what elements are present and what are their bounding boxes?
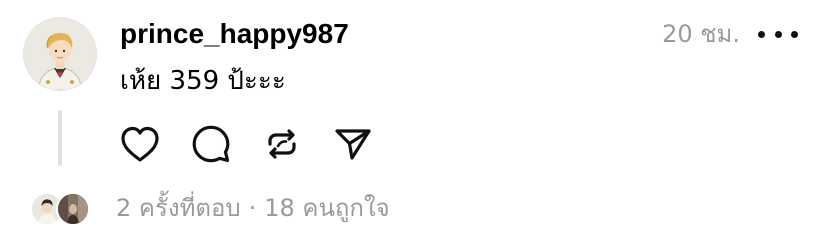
repost-icon <box>268 129 296 159</box>
replies-count-link[interactable]: 2 ครั้งที่ตอบ <box>116 192 241 224</box>
more-dot <box>774 30 782 38</box>
replier-avatar[interactable] <box>56 192 90 226</box>
action-bar <box>116 120 400 168</box>
send-icon <box>335 129 371 160</box>
engagement-summary: 2 ครั้งที่ตอบ · 18 คนถูกใจ <box>116 192 390 224</box>
likes-count-link[interactable]: 18 คนถูกใจ <box>264 192 389 224</box>
share-button[interactable] <box>329 120 377 168</box>
like-button[interactable] <box>116 120 164 168</box>
repost-button[interactable] <box>258 120 306 168</box>
heart-icon <box>121 126 159 162</box>
more-dot <box>791 30 798 38</box>
replier-avatars <box>30 188 92 228</box>
more-dots-icon <box>758 30 765 38</box>
avatar-illustration <box>24 18 96 90</box>
separator: · <box>248 194 257 222</box>
username[interactable]: prince_happy987 <box>120 16 349 52</box>
thread-line <box>58 110 62 166</box>
post-text: เห้ย 359 ป้ะะะ <box>120 66 286 96</box>
post-footer: 2 ครั้งที่ตอบ · 18 คนถูกใจ <box>30 186 390 230</box>
comment-bubble-icon <box>192 125 230 163</box>
post-timestamp: 20 ชม. <box>662 20 740 48</box>
avatar[interactable] <box>24 18 96 90</box>
reply-button[interactable] <box>187 120 235 168</box>
replier-avatar-image <box>58 194 88 224</box>
more-options-button[interactable] <box>758 22 798 46</box>
